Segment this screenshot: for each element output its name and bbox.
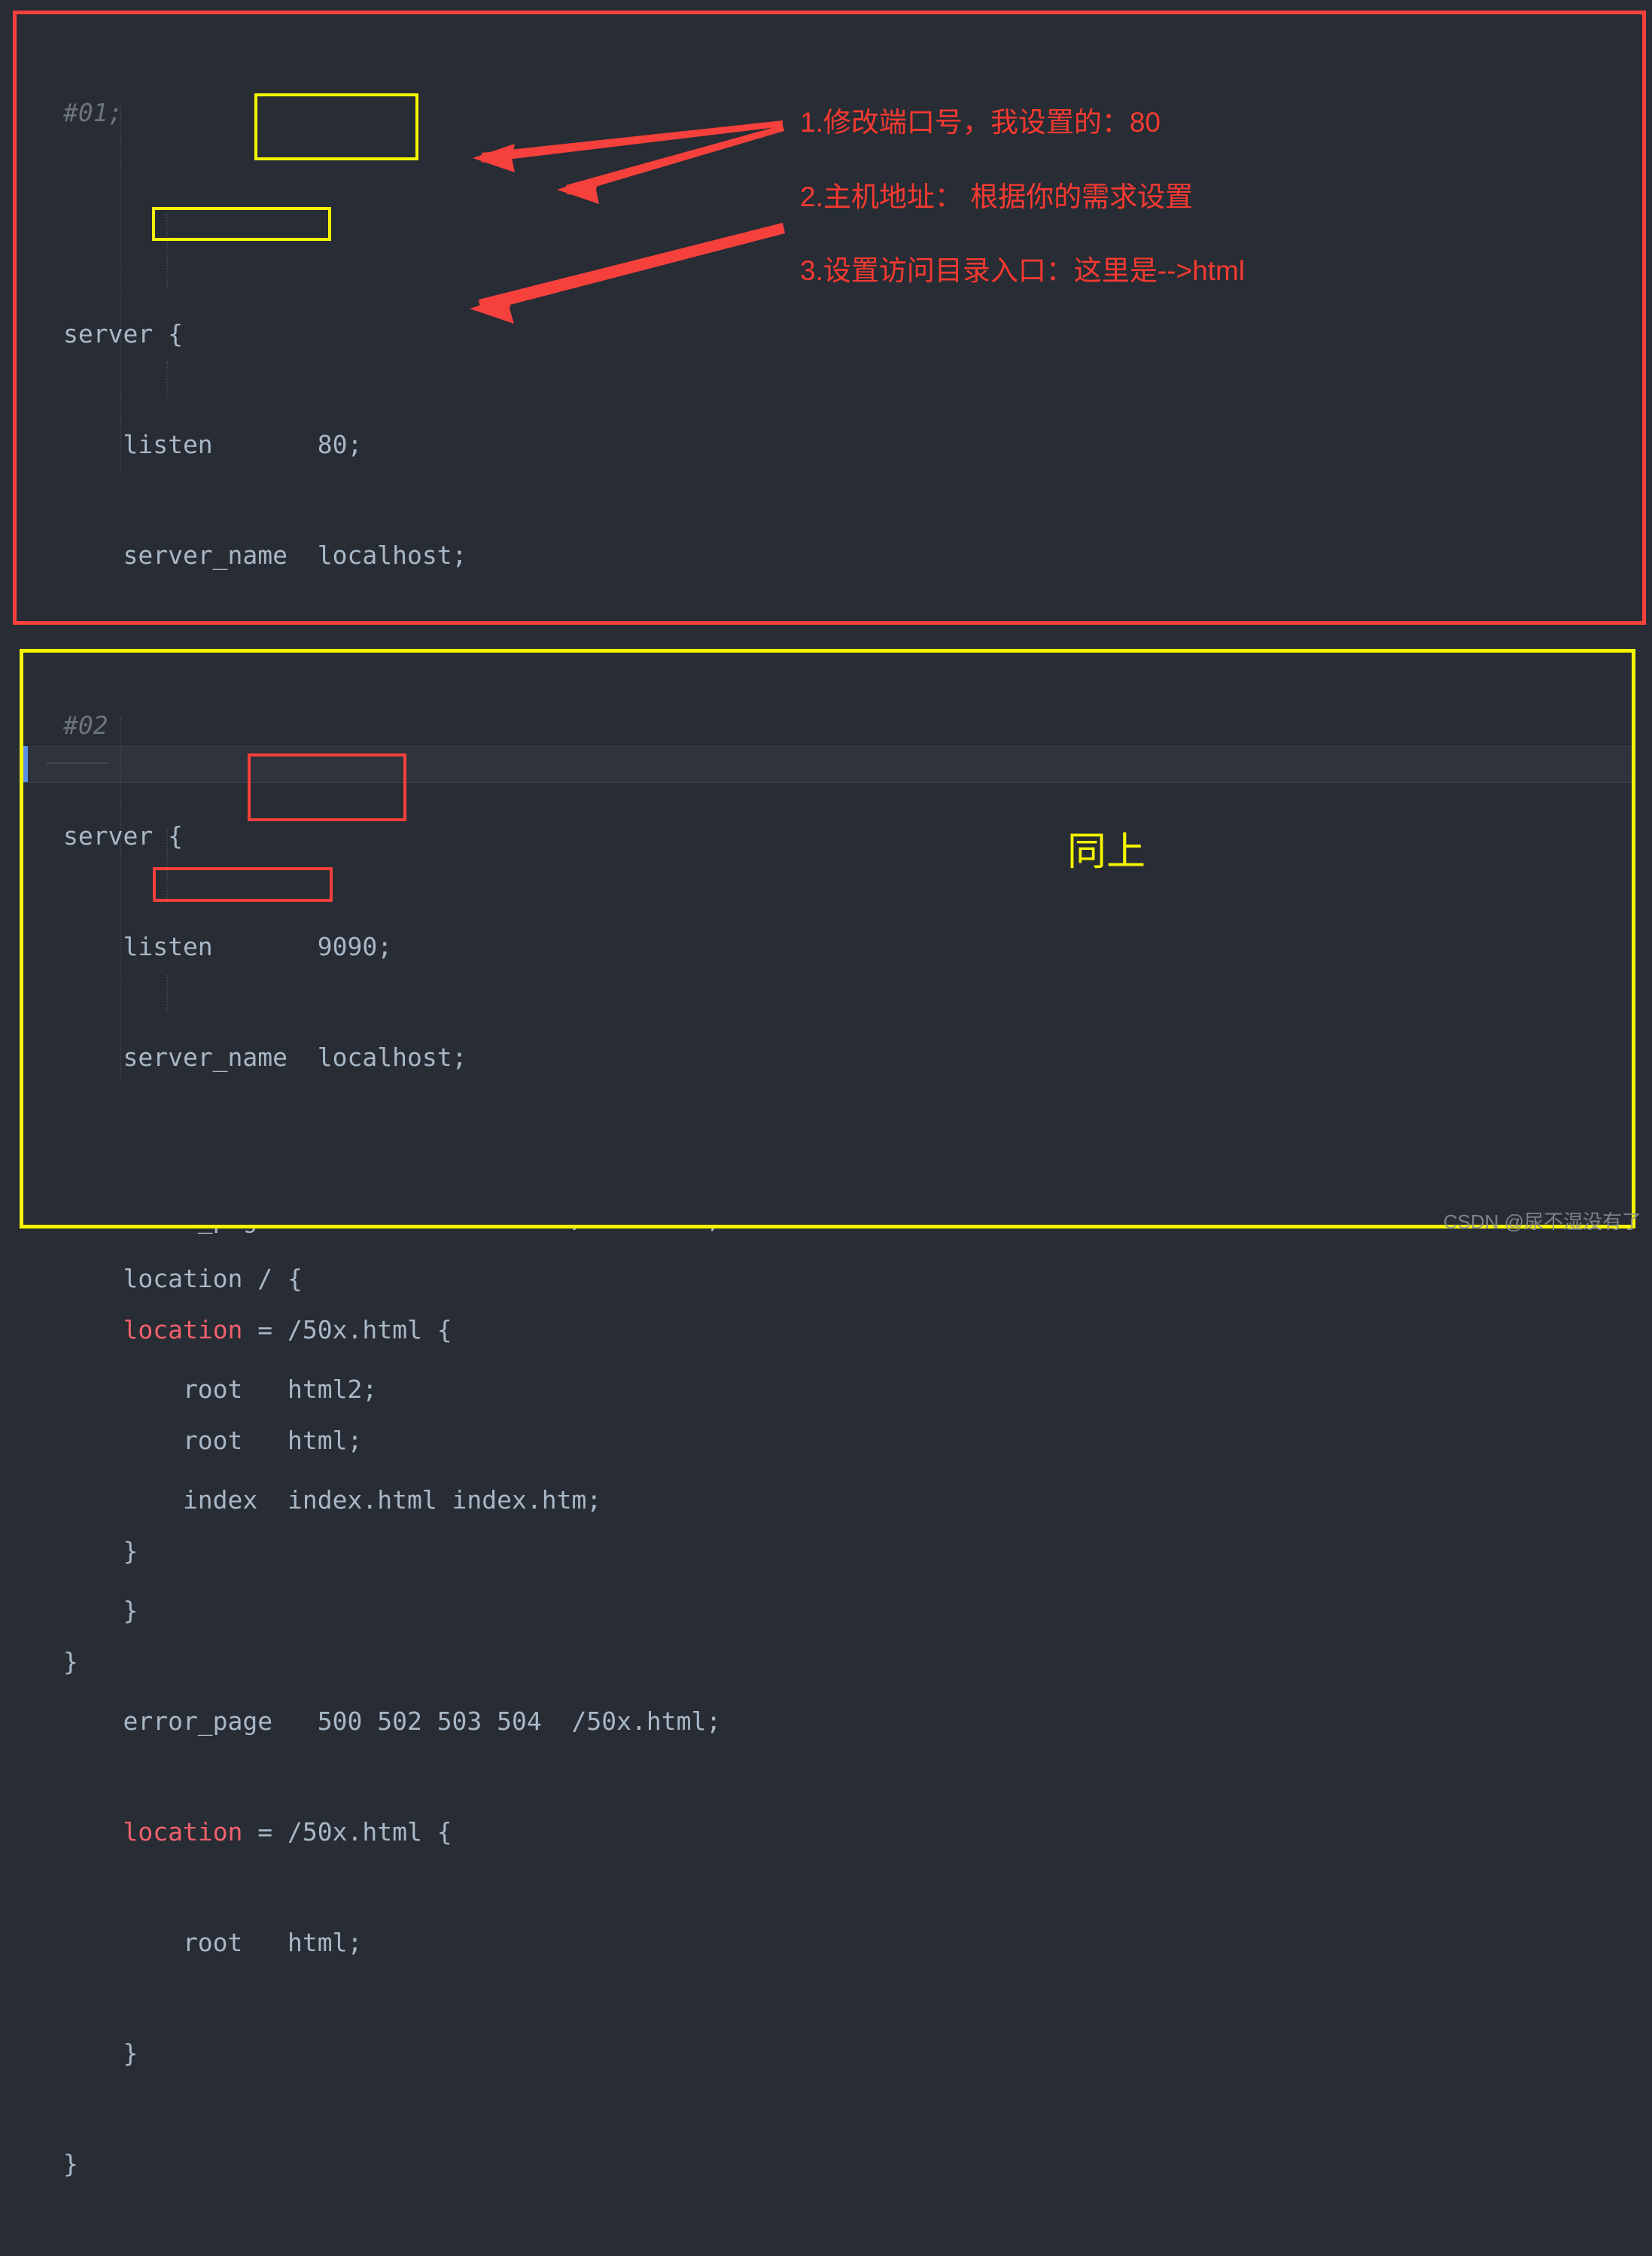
annotation-same-as-above: 同上: [1067, 830, 1146, 874]
code-line-current: error_page 500 502 503 504 /50x.html;: [63, 1706, 722, 1736]
code-line: location = /50x.html {: [123, 1817, 452, 1847]
config-block-01: #01; server { listen 80; server_name loc…: [13, 11, 1646, 1676]
highlight-box-listen-9090: [248, 754, 406, 821]
code-line: location / {: [63, 1264, 303, 1293]
config-block-02: #02 server { listen 9090; server_name lo…: [20, 649, 1635, 2178]
code-comment: #02: [63, 711, 108, 740]
annotation-root: 3.设置访问目录入口：这里是-->html: [800, 255, 1246, 286]
code-keyword-location: location: [123, 1817, 243, 1847]
code-line: listen 80;: [63, 430, 363, 459]
code-comment: #01;: [63, 98, 123, 127]
code-line: }: [63, 1596, 138, 1625]
gutter-caret: [23, 746, 28, 782]
code-line: root html;: [63, 1928, 363, 1957]
csdn-watermark: CSDN @尿不湿没有了: [1443, 1210, 1641, 1233]
code-line: index index.html index.htm;: [63, 1485, 602, 1515]
annotation-host: 2.主机地址： 根据你的需求设置: [800, 181, 1194, 212]
code-line: }: [63, 2149, 78, 2178]
annotation-port: 1.修改端口号，我设置的：80: [800, 107, 1161, 138]
code-line: }: [63, 2038, 138, 2068]
highlight-box-root-html2: [153, 867, 333, 902]
highlight-box-root-html: [152, 207, 331, 241]
highlight-box-listen-servername: [254, 93, 418, 160]
code-line: server {: [63, 319, 183, 349]
code-line: root html2;: [63, 1375, 378, 1404]
code-line: server {: [63, 821, 183, 851]
screenshot-root: #01; server { listen 80; server_name loc…: [0, 0, 1652, 2178]
code-line: server_name localhost;: [63, 540, 467, 570]
code-line: listen 9090;: [63, 932, 393, 961]
code-line: #02: [63, 707, 721, 744]
code-line: server_name localhost;: [63, 1043, 467, 1072]
